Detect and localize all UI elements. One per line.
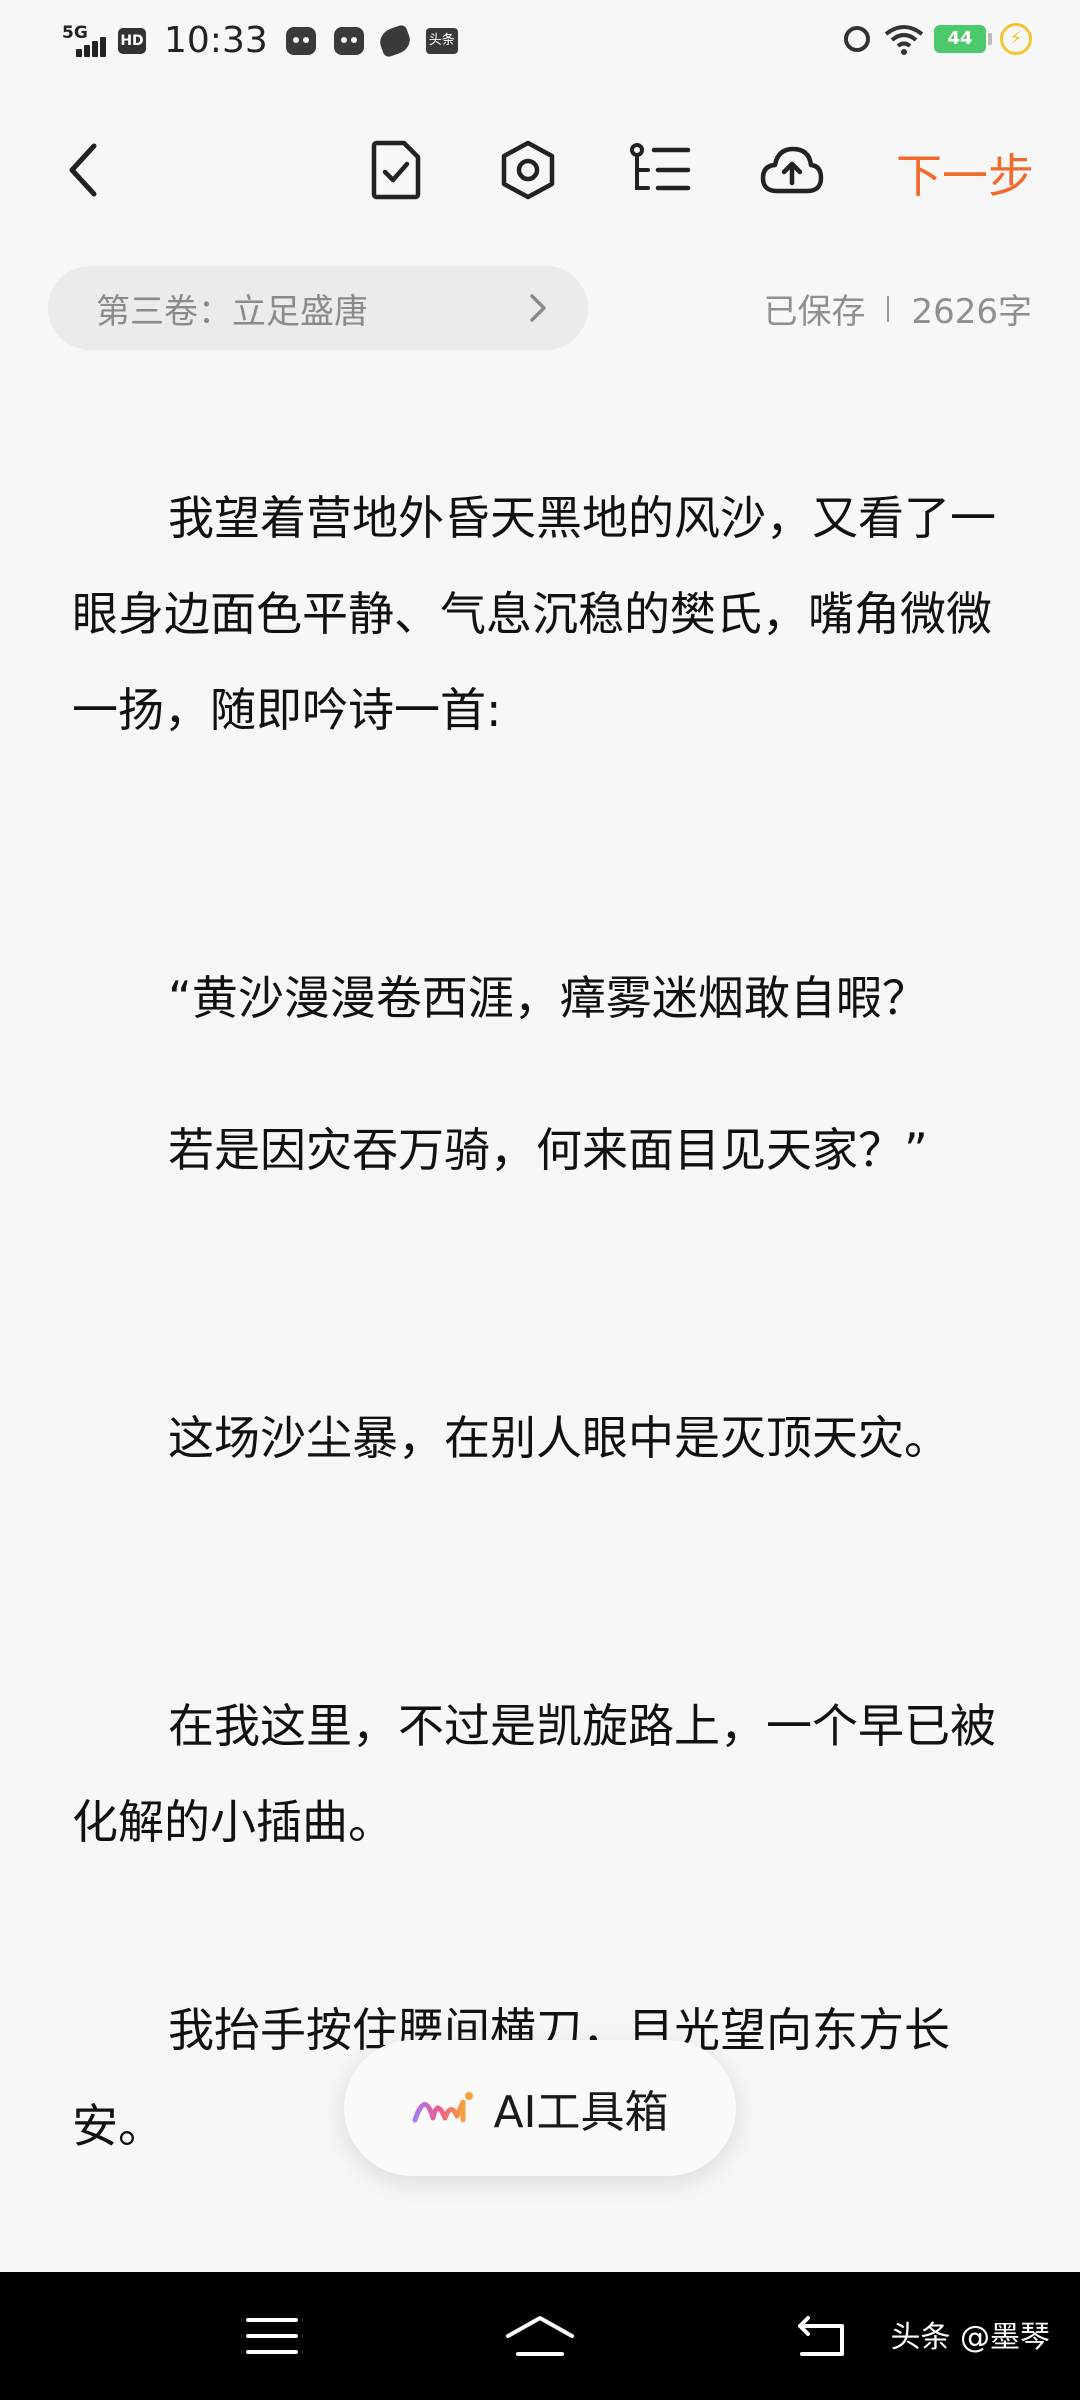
paragraph[interactable]: “黄沙漫漫卷西涯，瘴雾迷烟敢自暇？ bbox=[72, 950, 1012, 1046]
back-nav-button[interactable] bbox=[782, 2296, 862, 2376]
leaf-notification-icon bbox=[376, 23, 414, 58]
settings-hexagon-icon bbox=[501, 140, 555, 200]
wifi-icon bbox=[884, 25, 924, 55]
menu-icon bbox=[246, 2318, 298, 2354]
editor-content[interactable]: 我望着营地外昏天黑地的风沙，又看了一眼身边面色平静、气息沉稳的樊氏，嘴角微微一扬… bbox=[72, 470, 1012, 2174]
paragraph[interactable]: 这场沙尘暴，在别人眼中是灭顶天灾。 bbox=[72, 1390, 1012, 1486]
battery-indicator: 44 bbox=[934, 25, 992, 53]
menu-nav-button[interactable] bbox=[232, 2296, 312, 2376]
ai-logo-icon bbox=[412, 2092, 474, 2123]
alarm-icon bbox=[844, 26, 870, 52]
back-arrow-icon bbox=[798, 2316, 844, 2356]
check-document-button[interactable] bbox=[358, 132, 434, 208]
ai-toolbox-label: AI工具箱 bbox=[493, 2087, 669, 2138]
word-count: 2626字 bbox=[911, 292, 1032, 332]
chevron-left-icon bbox=[69, 143, 97, 197]
toutiao-notification-icon: 头条 bbox=[425, 27, 458, 54]
system-nav-bar: 头条 @墨琴 bbox=[0, 2272, 1080, 2400]
upload-button[interactable] bbox=[754, 132, 830, 208]
chevron-right-icon bbox=[530, 294, 546, 322]
watermark: 头条 @墨琴 bbox=[890, 2320, 1050, 2355]
ai-toolbox-button[interactable]: AI工具箱 bbox=[344, 2040, 736, 2176]
paragraph[interactable]: 我望着营地外昏天黑地的风沙，又看了一眼身边面色平静、气息沉稳的樊氏，嘴角微微一扬… bbox=[72, 470, 1012, 758]
hd-badge: HD bbox=[118, 27, 146, 54]
status-bar-right: 44 ⚡ bbox=[844, 22, 1032, 56]
network-type: 5G bbox=[62, 22, 88, 43]
outline-list-icon bbox=[630, 143, 691, 191]
app-notification-icon bbox=[333, 26, 364, 55]
status-bar-left: 5G HD 10:33 头条 bbox=[62, 20, 458, 61]
paragraph[interactable]: 若是因灾吞万骑，何来面目见天家？” bbox=[72, 1102, 1012, 1198]
volume-selector[interactable]: 第三卷：立足盛唐 bbox=[48, 266, 588, 350]
volume-title: 第三卷：立足盛唐 bbox=[96, 291, 368, 332]
save-info: 已保存 2626字 bbox=[763, 284, 1032, 333]
settings-button[interactable] bbox=[490, 132, 566, 208]
document-check-icon bbox=[371, 140, 421, 200]
signal-icon: 5G bbox=[62, 21, 110, 61]
save-status: 已保存 bbox=[763, 292, 866, 332]
back-button[interactable] bbox=[46, 132, 122, 208]
cloud-upload-icon bbox=[760, 146, 824, 194]
outline-button[interactable] bbox=[622, 132, 698, 208]
home-icon bbox=[506, 2316, 574, 2356]
status-time: 10:33 bbox=[164, 20, 268, 61]
divider bbox=[887, 295, 890, 322]
home-nav-button[interactable] bbox=[500, 2296, 580, 2376]
next-step-button[interactable]: 下一步 bbox=[896, 140, 1034, 206]
status-bar: 5G HD 10:33 头条 44 ⚡ bbox=[0, 0, 1080, 86]
editor-toolbar: 下一步 bbox=[0, 120, 1080, 220]
charging-icon: ⚡ bbox=[1000, 23, 1032, 55]
paragraph[interactable]: 在我这里，不过是凯旋路上，一个早已被化解的小插曲。 bbox=[72, 1678, 1012, 1870]
app-notification-icon bbox=[285, 26, 316, 55]
